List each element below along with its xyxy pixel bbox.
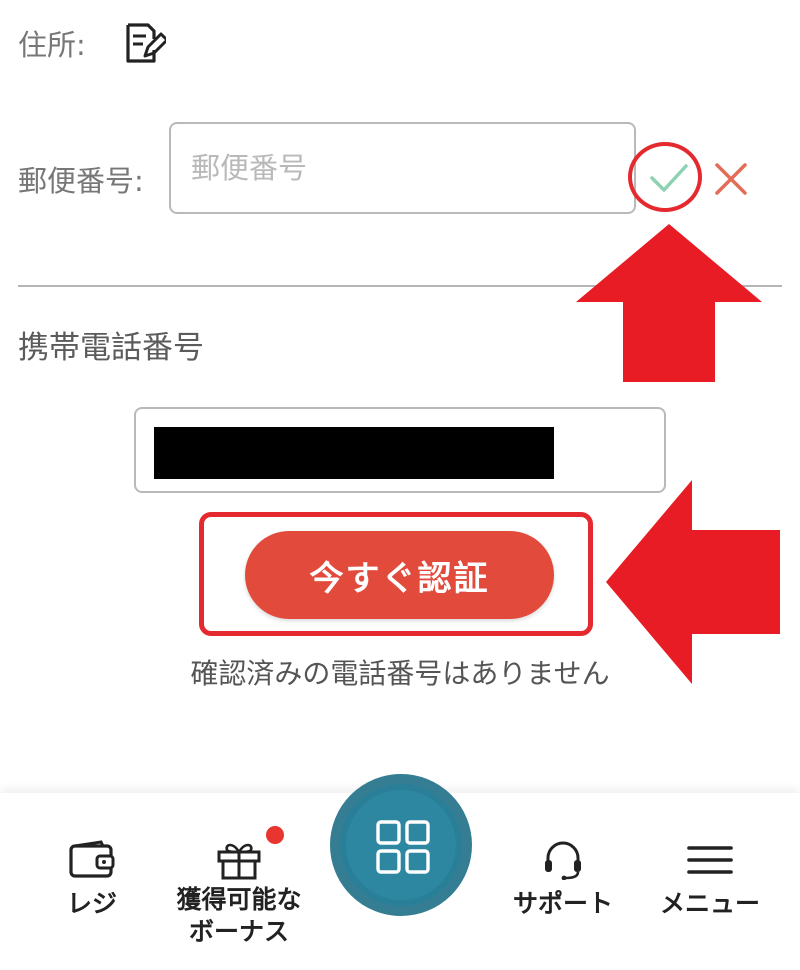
redacted-phone-number (154, 427, 554, 479)
tab-bonus[interactable]: 獲得可能なボーナス (172, 840, 306, 948)
hamburger-menu-icon (687, 846, 733, 874)
tab-register[interactable]: レジ (40, 840, 144, 920)
edit-icon[interactable] (120, 20, 166, 66)
headset-icon (545, 841, 581, 880)
verification-status-label: 確認済みの電話番号はありません (190, 657, 610, 690)
grid-icon (376, 820, 430, 874)
tab-menu[interactable]: メニュー (650, 840, 770, 920)
address-label: 住所: (18, 28, 86, 62)
mobile-number-label: 携帯電話番号 (18, 330, 204, 366)
notification-dot (266, 826, 284, 844)
postal-code-input[interactable] (169, 122, 636, 214)
annotation-arrow-up-icon (576, 224, 762, 382)
postal-code-label: 郵便番号: (18, 164, 144, 198)
gift-icon (217, 843, 261, 880)
wallet-icon (69, 840, 115, 878)
tab-support[interactable]: サポート (498, 840, 628, 920)
verification-status-text: 確認済みの電話番号はありません (0, 652, 800, 692)
home-grid-button[interactable] (330, 774, 472, 916)
tab-support-label: サポート (512, 889, 613, 918)
phone-number-input[interactable] (134, 407, 666, 493)
verify-now-button[interactable]: 今すぐ認証 (245, 531, 554, 619)
tab-register-label: レジ (66, 889, 117, 918)
close-icon[interactable] (714, 162, 748, 196)
tab-bonus-label: 獲得可能なボーナス (176, 885, 302, 946)
check-highlight-circle (628, 142, 702, 212)
tab-menu-label: メニュー (659, 889, 760, 918)
